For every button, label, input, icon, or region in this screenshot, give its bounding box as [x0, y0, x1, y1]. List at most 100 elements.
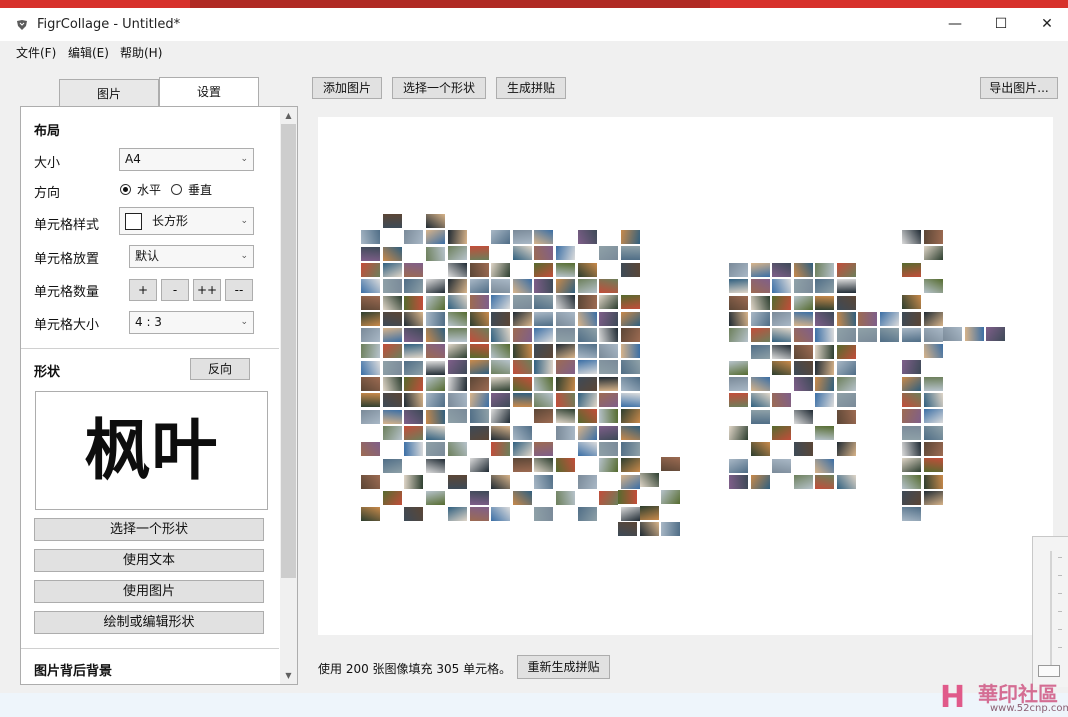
collage-thumbnail[interactable] — [621, 312, 640, 326]
collage-thumbnail[interactable] — [361, 328, 380, 342]
collage-thumbnail[interactable] — [534, 344, 553, 358]
menu-file[interactable]: 文件(F) — [16, 44, 56, 61]
collage-thumbnail[interactable] — [534, 409, 553, 423]
collage-thumbnail[interactable] — [383, 491, 402, 505]
scroll-up-icon[interactable]: ▲ — [280, 107, 297, 124]
cell-size-select[interactable]: 4 : 3 ⌄ — [129, 311, 254, 334]
collage-thumbnail[interactable] — [751, 328, 770, 342]
collage-thumbnail[interactable] — [599, 295, 618, 309]
collage-thumbnail[interactable] — [448, 312, 467, 326]
collage-thumbnail[interactable] — [426, 426, 445, 440]
tab-images[interactable]: 图片 — [59, 79, 159, 107]
collage-thumbnail[interactable] — [448, 263, 467, 277]
collage-thumbnail[interactable] — [815, 377, 834, 391]
collage-thumbnail[interactable] — [404, 507, 423, 521]
collage-thumbnail[interactable] — [491, 279, 510, 293]
collage-thumbnail[interactable] — [924, 409, 943, 423]
collage-thumbnail[interactable] — [729, 459, 748, 473]
collage-thumbnail[interactable] — [534, 458, 553, 472]
collage-thumbnail[interactable] — [361, 507, 380, 521]
collage-thumbnail[interactable] — [837, 475, 856, 489]
collage-thumbnail[interactable] — [772, 393, 791, 407]
collage-thumbnail[interactable] — [794, 475, 813, 489]
orientation-horizontal-label[interactable]: 水平 — [137, 181, 161, 198]
collage-thumbnail[interactable] — [772, 279, 791, 293]
select-shape-button[interactable]: 选择一个形状 — [34, 518, 264, 541]
collage-thumbnail[interactable] — [902, 507, 921, 521]
collage-thumbnail[interactable] — [470, 312, 489, 326]
collage-thumbnail[interactable] — [621, 328, 640, 342]
cell-count-minus-minus-button[interactable]: -- — [225, 279, 253, 301]
collage-thumbnail[interactable] — [556, 377, 575, 391]
collage-thumbnail[interactable] — [470, 491, 489, 505]
collage-thumbnail[interactable] — [556, 263, 575, 277]
collage-thumbnail[interactable] — [556, 279, 575, 293]
collage-thumbnail[interactable] — [383, 410, 402, 424]
collage-thumbnail[interactable] — [902, 393, 921, 407]
collage-thumbnail[interactable] — [556, 426, 575, 440]
collage-thumbnail[interactable] — [837, 328, 856, 342]
panel-scrollbar[interactable]: ▲ ▼ — [280, 107, 297, 684]
collage-thumbnail[interactable] — [880, 312, 899, 326]
collage-thumbnail[interactable] — [751, 475, 770, 489]
collage-thumbnail[interactable] — [924, 344, 943, 358]
collage-thumbnail[interactable] — [621, 344, 640, 358]
collage-thumbnail[interactable] — [794, 312, 813, 326]
collage-thumbnail[interactable] — [383, 312, 402, 326]
collage-thumbnail[interactable] — [794, 410, 813, 424]
collage-thumbnail[interactable] — [556, 295, 575, 309]
collage-thumbnail[interactable] — [621, 507, 640, 521]
collage-thumbnail[interactable] — [361, 279, 380, 293]
collage-thumbnail[interactable] — [491, 507, 510, 521]
collage-thumbnail[interactable] — [361, 312, 380, 326]
collage-thumbnail[interactable] — [621, 409, 640, 423]
collage-thumbnail[interactable] — [794, 279, 813, 293]
collage-thumbnail[interactable] — [383, 426, 402, 440]
collage-thumbnail[interactable] — [426, 393, 445, 407]
collage-thumbnail[interactable] — [924, 458, 943, 472]
collage-thumbnail[interactable] — [578, 507, 597, 521]
collage-thumbnail[interactable] — [448, 409, 467, 423]
collage-thumbnail[interactable] — [470, 360, 489, 374]
collage-thumbnail[interactable] — [621, 246, 640, 260]
collage-thumbnail[interactable] — [404, 442, 423, 456]
collage-thumbnail[interactable] — [640, 473, 659, 487]
collage-thumbnail[interactable] — [880, 328, 899, 342]
collage-thumbnail[interactable] — [772, 296, 791, 310]
collage-thumbnail[interactable] — [794, 345, 813, 359]
collage-thumbnail[interactable] — [621, 475, 640, 489]
collage-thumbnail[interactable] — [621, 377, 640, 391]
collage-thumbnail[interactable] — [772, 426, 791, 440]
collage-thumbnail[interactable] — [621, 442, 640, 456]
collage-thumbnail[interactable] — [470, 426, 489, 440]
collage-thumbnail[interactable] — [794, 361, 813, 375]
collage-thumbnail[interactable] — [404, 344, 423, 358]
collage-thumbnail[interactable] — [491, 393, 510, 407]
collage-thumbnail[interactable] — [924, 426, 943, 440]
collage-thumbnail[interactable] — [383, 247, 402, 261]
scroll-thumb[interactable] — [281, 124, 296, 578]
collage-thumbnail[interactable] — [383, 393, 402, 407]
collage-thumbnail[interactable] — [794, 377, 813, 391]
collage-thumbnail[interactable] — [599, 426, 618, 440]
collage-thumbnail[interactable] — [556, 344, 575, 358]
collage-thumbnail[interactable] — [902, 491, 921, 505]
collage-thumbnail[interactable] — [491, 344, 510, 358]
collage-thumbnail[interactable] — [491, 360, 510, 374]
collage-thumbnail[interactable] — [534, 360, 553, 374]
collage-thumbnail[interactable] — [729, 279, 748, 293]
collage-thumbnail[interactable] — [621, 263, 640, 277]
collage-thumbnail[interactable] — [815, 393, 834, 407]
collage-thumbnail[interactable] — [426, 410, 445, 424]
minimize-button[interactable]: — — [932, 8, 978, 41]
collage-thumbnail[interactable] — [513, 295, 532, 309]
collage-thumbnail[interactable] — [426, 491, 445, 505]
collage-thumbnail[interactable] — [621, 426, 640, 440]
collage-thumbnail[interactable] — [534, 279, 553, 293]
collage-thumbnail[interactable] — [578, 263, 597, 277]
collage-thumbnail[interactable] — [794, 263, 813, 277]
collage-thumbnail[interactable] — [751, 279, 770, 293]
collage-thumbnail[interactable] — [794, 442, 813, 456]
collage-thumbnail[interactable] — [448, 230, 467, 244]
collage-canvas[interactable] — [318, 117, 1053, 635]
